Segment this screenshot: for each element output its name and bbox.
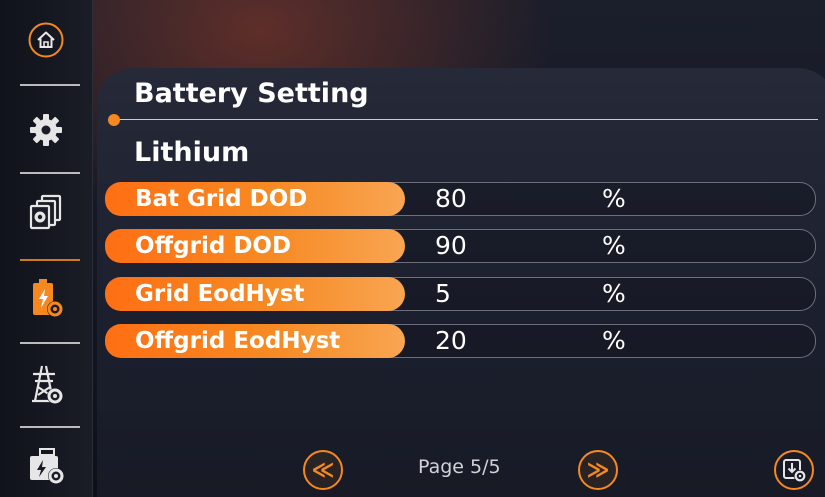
sidebar-item-generator[interactable] [0, 444, 92, 488]
page-indicator: Page 5/5 [418, 456, 501, 478]
setting-row-bat-grid-dod[interactable]: Bat Grid DOD 80 % [105, 182, 816, 216]
grid-tower-settings-icon [32, 365, 63, 404]
setting-row-offgrid-dod[interactable]: Offgrid DOD 90 % [105, 229, 816, 263]
sidebar-divider [20, 342, 80, 344]
setting-unit: % [602, 231, 626, 260]
page-title: Battery Setting [134, 78, 369, 109]
sidebar-item-settings[interactable] [0, 108, 92, 152]
setting-unit: % [602, 279, 626, 308]
double-chevron-left-icon: ≪ [311, 457, 335, 483]
title-divider [118, 119, 818, 120]
sidebar-item-home[interactable] [0, 18, 92, 62]
download-settings-icon [783, 459, 806, 482]
generator-settings-icon [30, 448, 64, 484]
screen: Battery Setting Lithium Bat Grid DOD 80 … [0, 0, 825, 497]
sidebar-item-battery[interactable] [0, 276, 92, 320]
setting-value[interactable]: 80 [435, 184, 467, 213]
sidebar-item-pages[interactable] [0, 190, 92, 234]
setting-value[interactable]: 20 [435, 326, 467, 355]
sidebar-divider [20, 84, 80, 86]
sidebar-item-grid[interactable] [0, 362, 92, 406]
setting-label: Grid EodHyst [105, 277, 405, 311]
battery-type-label: Lithium [134, 137, 250, 168]
prev-page-button[interactable]: ≪ [303, 450, 343, 490]
double-chevron-right-icon: ≫ [586, 457, 610, 483]
setting-unit: % [602, 184, 626, 213]
setting-value[interactable]: 5 [435, 279, 451, 308]
sidebar-divider [20, 172, 80, 174]
setting-value[interactable]: 90 [435, 231, 467, 260]
sidebar [0, 0, 93, 497]
setting-row-offgrid-eodhyst[interactable]: Offgrid EodHyst 20 % [105, 324, 816, 358]
battery-settings-icon [33, 279, 63, 317]
setting-label: Offgrid DOD [105, 229, 405, 263]
setting-label: Offgrid EodHyst [105, 324, 405, 358]
sidebar-divider-active [20, 259, 80, 261]
pages-settings-icon [29, 194, 62, 230]
save-settings-button[interactable] [774, 450, 814, 490]
setting-row-grid-eodhyst[interactable]: Grid EodHyst 5 % [105, 277, 816, 311]
home-icon [28, 22, 64, 58]
sidebar-divider [20, 426, 80, 428]
setting-unit: % [602, 326, 626, 355]
gear-icon [30, 114, 62, 146]
next-page-button[interactable]: ≫ [578, 450, 618, 490]
setting-label: Bat Grid DOD [105, 182, 405, 216]
title-bullet [108, 114, 120, 126]
